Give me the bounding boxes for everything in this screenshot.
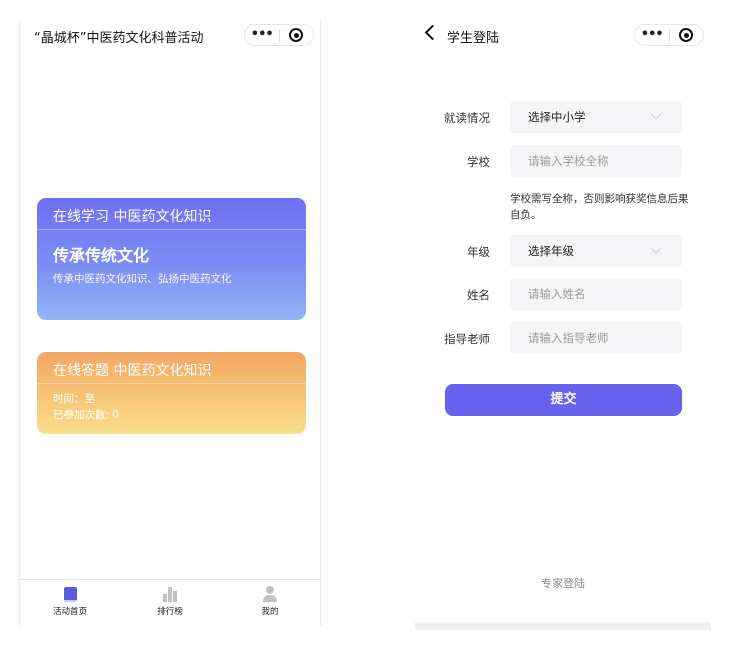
- school-hint: 学校需写全称，否则影响获奖信息后果自负。: [510, 193, 689, 221]
- tab-label: 排行榜: [157, 607, 183, 617]
- chevron-down-icon: [650, 242, 662, 254]
- back-arrow-icon[interactable]: [424, 24, 441, 41]
- online-quiz-card[interactable]: 在线答题 中医药文化知识 时间：至 已参加次数: 0: [37, 352, 306, 434]
- bar-chart-icon: [163, 587, 177, 602]
- mini-program-capsule: •••: [244, 24, 314, 46]
- teacher-label: 指导老师: [444, 332, 490, 346]
- close-mini-program-button[interactable]: [669, 28, 703, 42]
- navigation-bar: “晶城杯”中医药文化科普活动 •••: [20, 18, 320, 52]
- chevron-down-icon: [650, 108, 662, 120]
- student-login-screen: 学生登陆 ••• 就读情况 选择中小学 学校 请输入学校全称 学校需写全称，否则…: [415, 18, 711, 630]
- quiz-time: 时间：至: [53, 393, 95, 405]
- grade-select[interactable]: 选择年级: [510, 235, 682, 267]
- home-screen: “晶城杯”中医药文化科普活动 ••• 在线学习 中医药文化知识 传承传统文化 传…: [19, 18, 321, 626]
- grade-row: 年级 选择年级: [415, 235, 711, 267]
- school-label: 学校: [467, 155, 490, 169]
- expert-login-link[interactable]: 专家登陆: [415, 575, 711, 591]
- tab-label: 活动首页: [52, 607, 87, 617]
- submit-button[interactable]: 提交: [445, 384, 682, 416]
- school-type-value: 选择中小学: [528, 110, 586, 124]
- tab-home[interactable]: 活动首页: [20, 580, 120, 626]
- bottom-bar: [415, 622, 711, 630]
- quiz-card-title: 在线答题 中医药文化知识: [37, 352, 306, 384]
- quiz-attempt-count: 已参加次数: 0: [53, 409, 120, 421]
- page-title: “晶城杯”中医药文化科普活动: [34, 31, 204, 46]
- tab-label: 我的: [261, 607, 279, 617]
- grade-value: 选择年级: [528, 244, 574, 258]
- school-type-select[interactable]: 选择中小学: [510, 101, 682, 133]
- online-study-card[interactable]: 在线学习 中医药文化知识 传承传统文化 传承中医药文化知识、弘扬中医药文化: [37, 198, 306, 320]
- name-input[interactable]: 请输入姓名: [510, 278, 682, 310]
- page-title: 学生登陆: [447, 31, 500, 46]
- mini-program-capsule: •••: [634, 24, 704, 46]
- tab-ranking[interactable]: 排行榜: [120, 580, 220, 626]
- close-mini-program-button[interactable]: [279, 28, 313, 42]
- more-icon[interactable]: •••: [635, 25, 669, 45]
- study-card-headline: 传承传统文化: [53, 246, 150, 265]
- name-label: 姓名: [467, 288, 490, 302]
- book-icon: [63, 587, 77, 602]
- target-icon: [679, 28, 694, 42]
- study-card-title: 在线学习 中医药文化知识: [37, 198, 306, 230]
- tab-profile[interactable]: 我的: [220, 580, 320, 626]
- school-type-label: 就读情况: [444, 111, 490, 125]
- target-icon: [289, 28, 304, 42]
- teacher-input[interactable]: 请输入指导老师: [510, 322, 682, 354]
- name-row: 姓名 请输入姓名: [415, 278, 711, 310]
- user-icon: [262, 586, 278, 602]
- school-input[interactable]: 请输入学校全称: [510, 145, 682, 177]
- tab-bar: 活动首页 排行榜 我的: [20, 579, 320, 626]
- teacher-row: 指导老师 请输入指导老师: [415, 322, 711, 354]
- grade-label: 年级: [467, 245, 490, 259]
- more-icon[interactable]: •••: [245, 25, 279, 45]
- school-type-row: 就读情况 选择中小学: [415, 101, 711, 133]
- school-row: 学校 请输入学校全称: [415, 145, 711, 177]
- study-card-subtitle: 传承中医药文化知识、弘扬中医药文化: [53, 273, 232, 285]
